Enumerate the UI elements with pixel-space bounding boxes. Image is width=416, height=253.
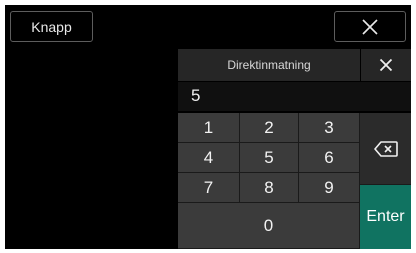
enter-button[interactable]: Enter (360, 185, 411, 249)
key-1[interactable]: 1 (178, 113, 240, 143)
key-6[interactable]: 6 (299, 143, 360, 173)
backspace-button[interactable] (360, 113, 411, 185)
knapp-button[interactable]: Knapp (10, 11, 93, 42)
knapp-label: Knapp (31, 18, 72, 35)
key-9[interactable]: 9 (299, 173, 360, 203)
panel-header: Direktinmatning (178, 49, 411, 81)
key-3[interactable]: 3 (299, 113, 360, 143)
input-display: 5 (178, 82, 411, 111)
key-5[interactable]: 5 (240, 143, 299, 173)
close-icon (379, 58, 393, 72)
key-2[interactable]: 2 (240, 113, 299, 143)
close-icon (361, 18, 379, 36)
close-button[interactable] (334, 11, 406, 42)
panel-close-button[interactable] (360, 49, 411, 81)
input-value: 5 (191, 86, 201, 105)
panel-title: Direktinmatning (227, 58, 311, 72)
key-8[interactable]: 8 (240, 173, 299, 203)
key-7[interactable]: 7 (178, 173, 240, 203)
screen: Knapp Direktinmatning 5 1 2 3 4 5 6 7 8 (5, 5, 411, 249)
direct-input-panel: Direktinmatning 5 1 2 3 4 5 6 7 8 9 0 En… (178, 49, 411, 249)
backspace-icon (373, 140, 399, 158)
key-0[interactable]: 0 (178, 203, 360, 249)
key-4[interactable]: 4 (178, 143, 240, 173)
